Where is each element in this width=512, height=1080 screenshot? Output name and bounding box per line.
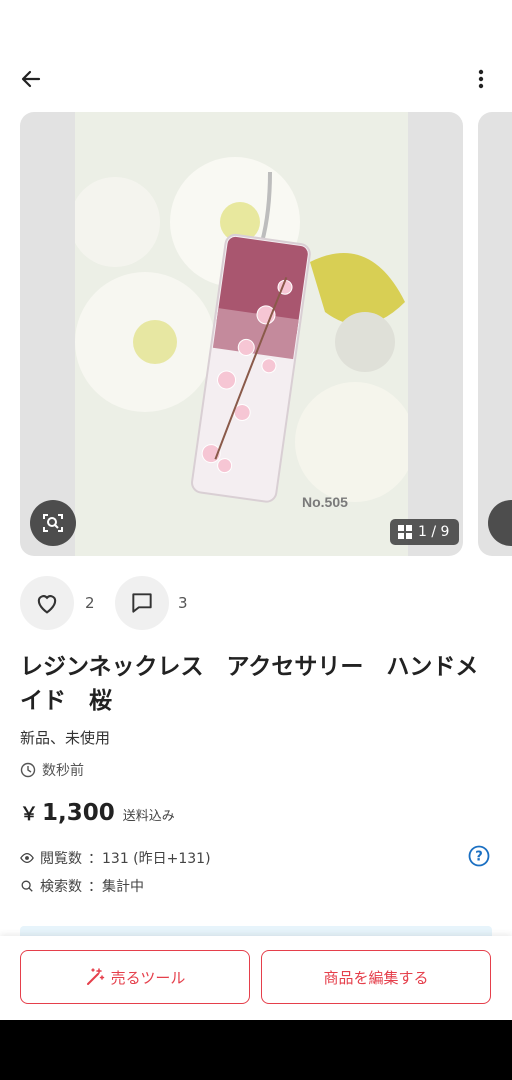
search-icon (21, 880, 33, 892)
views-label: 閲覧数 (40, 851, 82, 867)
item-condition: 新品、未使用 (20, 729, 111, 747)
reactions-row: 2 3 (20, 576, 500, 632)
arrow-left-icon (21, 70, 41, 88)
next-photo-peek[interactable] (478, 112, 512, 556)
more-vertical-icon (478, 69, 484, 89)
comment-icon (132, 593, 152, 613)
pendant-photo (75, 112, 408, 556)
clock-icon (20, 762, 36, 778)
magic-wand-icon (86, 968, 104, 985)
eye-icon (20, 853, 34, 863)
photo-gallery[interactable]: No.505 1 / 9 (0, 112, 512, 556)
comments-count: 3 (178, 594, 188, 612)
photo-watermark: No.505 (302, 494, 348, 510)
image-search-icon (43, 514, 63, 532)
product-photo[interactable]: No.505 1 / 9 (20, 112, 463, 556)
sell-tools-button[interactable]: 売るツール (20, 950, 250, 1004)
item-title: レジンネックレス アクセサリー ハンドメイド 桜 (20, 654, 479, 714)
system-navigation-bar (0, 1020, 512, 1080)
like-button[interactable] (20, 576, 74, 630)
searches-stat: 検索数 ：集計中 (20, 876, 144, 896)
searches-value: ：集計中 (88, 879, 144, 895)
edit-item-button[interactable]: 商品を編集する (261, 950, 491, 1004)
top-bar (0, 50, 512, 106)
views-value: ：131 (昨日+131) (88, 851, 211, 867)
shipping-note: 送料込み (122, 809, 175, 824)
posted-time: 数秒前 (20, 760, 84, 780)
help-icon[interactable]: ? (468, 845, 490, 867)
price-symbol: ￥ (20, 804, 38, 825)
likes-count: 2 (85, 594, 95, 612)
info-banner (20, 926, 492, 936)
edit-item-label: 商品を編集する (323, 968, 429, 987)
bottom-action-bar: 売るツール 商品を編集する (0, 936, 512, 1020)
price-value: 1,300 (42, 800, 115, 826)
svg-text:?: ? (475, 850, 483, 865)
posted-time-text: 数秒前 (42, 763, 84, 779)
views-stat: 閲覧数 ：131 (昨日+131) (20, 848, 211, 868)
price-row: ￥ 1,300 送料込み (20, 800, 175, 826)
more-options-button[interactable] (464, 62, 498, 96)
searches-label: 検索数 (40, 879, 82, 895)
image-search-button[interactable] (30, 500, 76, 546)
heart-icon (37, 595, 57, 614)
grid-icon (398, 525, 412, 539)
sell-tools-label: 売るツール (110, 968, 186, 987)
back-button[interactable] (14, 62, 48, 96)
image-counter: 1 / 9 (390, 519, 460, 545)
image-counter-text: 1 / 9 (418, 524, 450, 540)
comment-button[interactable] (115, 576, 169, 630)
